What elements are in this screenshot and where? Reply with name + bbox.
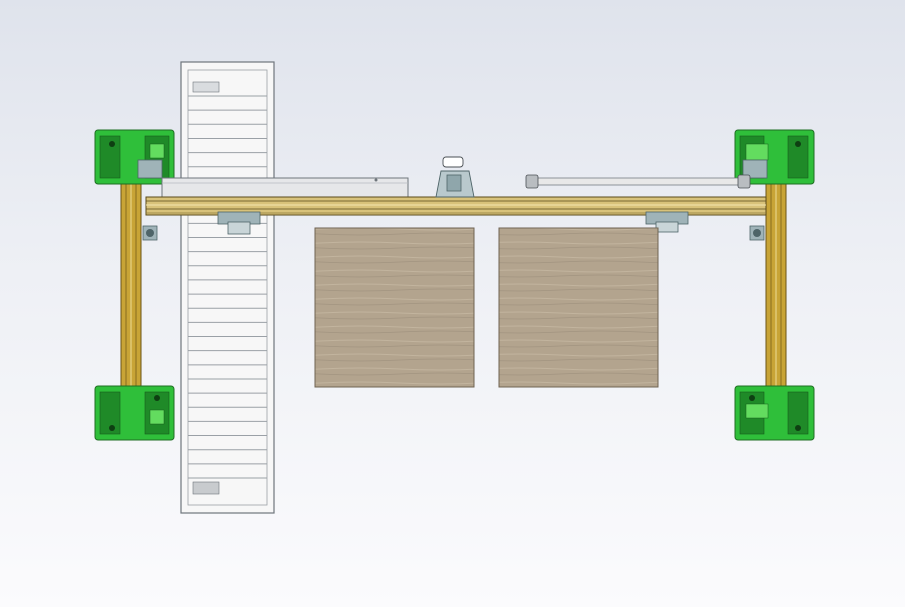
conveyor-end-block-top — [192, 81, 220, 93]
cad-viewport[interactable] — [0, 0, 905, 607]
wood-panel-right — [498, 227, 659, 388]
guide-rod — [525, 174, 751, 189]
conveyor-frame — [180, 61, 275, 514]
corner-mount-bottom-right — [734, 385, 815, 441]
roller-conveyor — [180, 61, 275, 514]
conveyor-end-block-bottom — [192, 481, 220, 495]
gantry-top-view — [94, 61, 815, 514]
wood-panel-left — [314, 227, 475, 388]
corner-mount-bottom-left — [94, 385, 175, 441]
tool-head — [435, 156, 475, 198]
